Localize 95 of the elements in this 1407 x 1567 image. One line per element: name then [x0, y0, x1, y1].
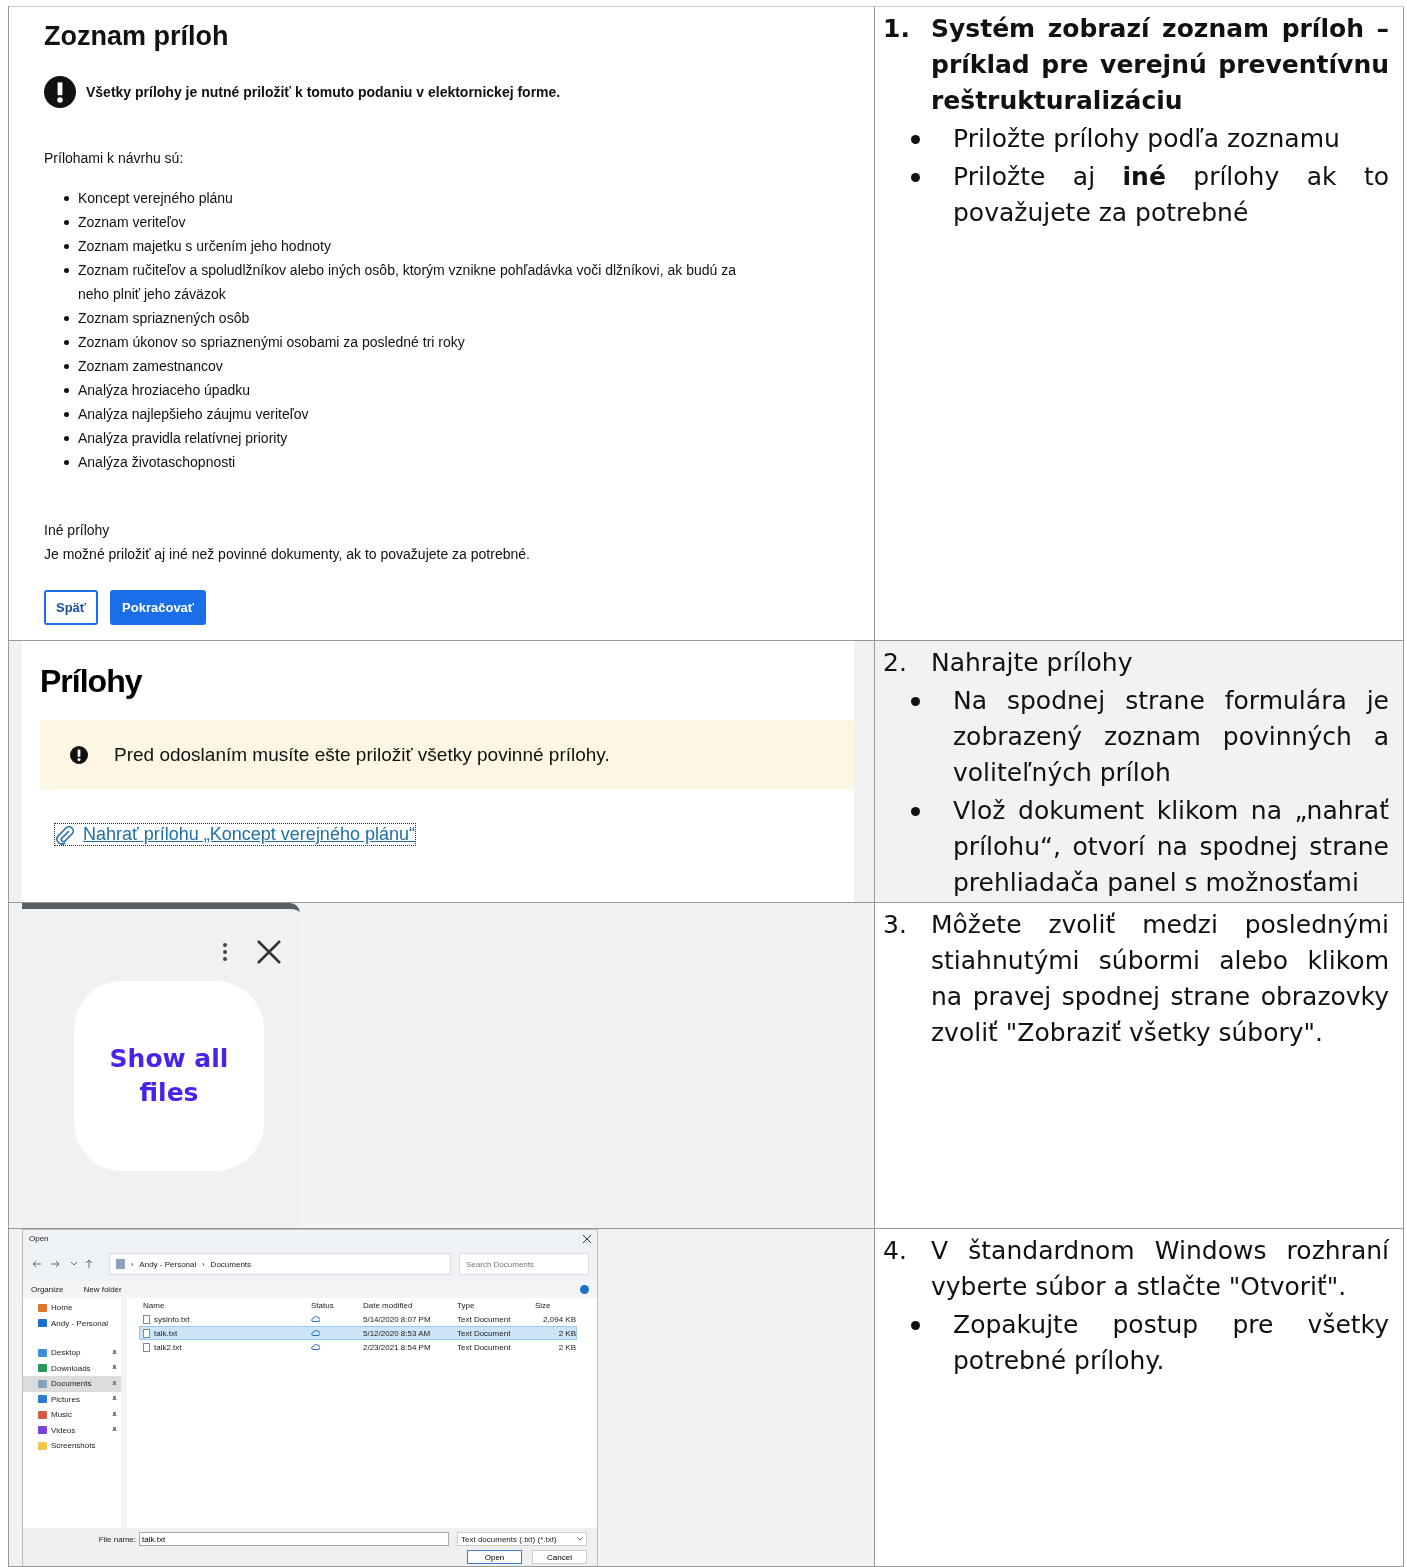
file-row[interactable]: sysinfo.txt 5/14/2020 8:07 PM Text Document 2,094 KB — [139, 1312, 577, 1326]
close-icon[interactable] — [583, 1234, 591, 1243]
nav-item[interactable]: Documents — [23, 1376, 121, 1392]
file-row[interactable]: talk.txt 5/12/2020 8:53 AM Text Document 2 KB — [139, 1326, 577, 1340]
section-text: Je možné priložiť aj iné než povinné dokumenty, ak to považujete za potrebné. — [44, 545, 531, 564]
step-bullet: Zopakujte postup pre všetky potrebné prílohy. — [952, 1309, 1389, 1377]
dialog-title: Open — [29, 1234, 49, 1243]
attachment-list-item: Analýza hroziaceho úpadku — [78, 381, 251, 400]
attachment-list-item: Analýza najlepšieho záujmu veriteľov — [78, 405, 310, 424]
cancel-button[interactable]: Cancel — [532, 1550, 587, 1564]
step-number: 3. — [883, 909, 908, 941]
bullet-icon — [64, 340, 69, 345]
file-row[interactable]: talk2.txt 2/23/2021 8:54 PM Text Document 2 KB — [139, 1340, 577, 1354]
breadcrumb[interactable]: Andy - Personal — [139, 1259, 197, 1269]
nav-item[interactable]: Videos — [23, 1422, 121, 1438]
toolbar-button[interactable]: Organize — [31, 1285, 64, 1294]
nav-item[interactable]: Screenshots — [23, 1438, 121, 1454]
step-number: 4. — [883, 1235, 908, 1267]
bullet-icon — [911, 173, 920, 182]
intro-text: Prílohami k návrhu sú: — [44, 149, 185, 168]
notice-text: Pred odoslaním musíte ešte priložiť všetky povinné prílohy. — [114, 744, 610, 766]
attachment-list-item: Zoznam majetku s určením jeho hodnoty — [78, 237, 332, 256]
bullet-icon — [911, 135, 920, 144]
column-header[interactable]: Date modified — [360, 1300, 454, 1310]
upload-link[interactable]: Nahrať prílohu „Koncept verejného plánu“ — [55, 824, 415, 845]
bullet-icon — [64, 436, 69, 441]
pin-icon — [112, 1396, 117, 1403]
step-title: Môžete zvoliť medzi poslednými stiahnutými súbormi alebo klikom na pravej spodnej strane obrazovky zvoliť "Zobraziť všetky súbory". — [931, 909, 1389, 1049]
column-header[interactable]: Name — [140, 1300, 308, 1310]
warning-icon — [44, 76, 76, 108]
nav-item[interactable]: Andy - Personal — [23, 1315, 121, 1331]
warning-icon — [70, 746, 88, 764]
show-all-files-tile[interactable]: Show all files — [74, 981, 264, 1171]
attachment-list-item: Koncept verejného plánu — [78, 189, 234, 208]
pin-icon — [112, 1427, 117, 1434]
column-header[interactable]: Status — [308, 1300, 360, 1310]
toolbar-button[interactable]: New folder — [83, 1285, 122, 1294]
step-number: 2. — [883, 647, 908, 679]
step-title: Systém zobrazí zoznam príloh – príklad pre verejnú preventívnu reštrukturalizáciu — [931, 13, 1389, 117]
bullet-icon — [64, 460, 69, 465]
file-name-field[interactable]: talk.txt — [139, 1532, 449, 1546]
attachment-list-item: Analýza pravidla relatívnej priority — [78, 429, 289, 448]
pin-icon — [112, 1365, 117, 1372]
column-header[interactable]: Size — [532, 1300, 576, 1310]
bullet-icon — [64, 412, 69, 417]
continue-button[interactable]: Pokračovať — [110, 590, 207, 625]
close-icon[interactable] — [256, 939, 282, 965]
more-options-icon[interactable] — [222, 942, 228, 962]
nav-item[interactable]: Desktop — [23, 1345, 121, 1361]
nav-item[interactable]: Pictures — [23, 1391, 121, 1407]
step-bullet: Priložte aj iné prílohy ak to považujete za potrebné — [952, 161, 1389, 229]
step-bullet: Na spodnej strane formulára je zobrazený zoznam povinných a voliteľných príloh — [952, 685, 1389, 789]
bullet-icon — [64, 244, 69, 249]
attachment-list-item: Zoznam spriaznených osôb — [78, 309, 251, 328]
bullet-icon — [911, 807, 920, 816]
section-label: Iné prílohy — [44, 521, 111, 540]
page-heading: Zoznam príloh — [44, 21, 230, 52]
bullet-icon — [64, 268, 69, 273]
step-title: V štandardnom Windows rozhraní vyberte súbor a stlačte "Otvoriť". — [931, 1235, 1389, 1303]
file-type-value: Text documents (.txt) (*.txt) — [461, 1534, 557, 1544]
bullet-icon — [911, 1321, 920, 1330]
attachment-list-item: Zoznam ručiteľov a spoludlžníkov alebo iných osôb, ktorým vznikne pohľadávka voči dlžníkovi, ak budú za neho plniť jeho záväzok — [78, 261, 737, 304]
caret-icon — [577, 1537, 583, 1541]
bullet-icon — [64, 388, 69, 393]
search-field[interactable]: Search Documents — [459, 1253, 589, 1275]
warning-text: Všetky prílohy je nutné priložiť k tomuto podaniu v elektornickej forme. — [86, 84, 561, 100]
help-icon[interactable] — [580, 1285, 589, 1294]
nav-item[interactable]: Home — [23, 1300, 121, 1316]
column-header[interactable]: Type — [454, 1300, 532, 1310]
pc-icon — [116, 1259, 125, 1269]
nav-item[interactable]: Music — [23, 1407, 121, 1423]
step-title: Nahrajte prílohy — [931, 647, 1134, 679]
file-type-dropdown[interactable]: Text documents (.txt) (*.txt) — [457, 1532, 587, 1546]
bullet-icon — [64, 364, 69, 369]
bullet-icon — [911, 697, 920, 706]
attachment-list-item: Analýza životaschopnosti — [78, 453, 237, 472]
attachment-list-item: Zoznam veriteľov — [78, 213, 187, 232]
nav-item[interactable]: Downloads — [23, 1360, 121, 1376]
bullet-icon — [64, 316, 69, 321]
field-label: File name: — [98, 1534, 136, 1544]
paperclip-icon — [55, 824, 75, 845]
attachment-list-item: Zoznam zamestnancov — [78, 357, 224, 376]
pin-icon — [112, 1349, 117, 1356]
attachment-list-item: Zoznam úkonov so spriaznenými osobami za posledné tri roky — [78, 333, 466, 352]
page-heading: Prílohy — [40, 663, 143, 700]
pin-icon — [112, 1380, 117, 1387]
pin-icon — [112, 1411, 117, 1418]
step-bullet: Vlož dokument klikom na „nahrať prílohu“, otvorí na spodnej strane prehliadača panel s možnosťami — [952, 795, 1389, 899]
bullet-icon — [64, 196, 69, 201]
breadcrumb[interactable]: Documents — [210, 1259, 252, 1269]
bullet-icon — [64, 220, 69, 225]
step-bullet: Priložte prílohy podľa zoznamu — [952, 123, 1341, 155]
open-button[interactable]: Open — [467, 1550, 522, 1564]
back-button[interactable]: Späť — [44, 590, 99, 625]
step-number: 1. — [883, 13, 911, 45]
